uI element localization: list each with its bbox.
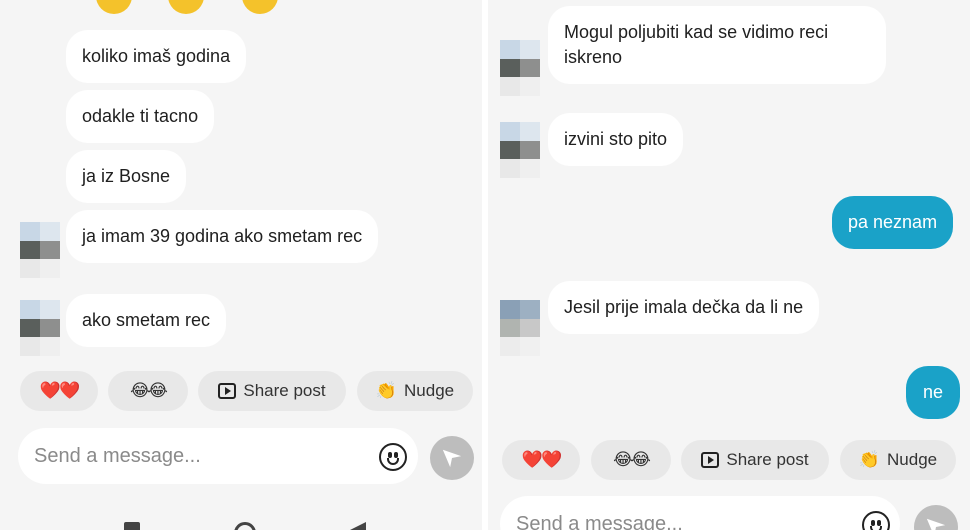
share-post-label: Share post <box>726 450 809 469</box>
share-post-label: Share post <box>243 381 326 400</box>
avatar[interactable] <box>20 222 60 278</box>
message-input[interactable]: Send a message... <box>18 428 418 484</box>
quick-reply-hearts[interactable]: ❤️❤️ <box>502 440 580 480</box>
play-icon <box>701 452 720 468</box>
hand-icon: 👏 <box>858 450 881 469</box>
avatar[interactable] <box>500 40 540 96</box>
quick-reply-laughs[interactable]: 😂😂 <box>108 371 188 411</box>
input-placeholder: Send a message... <box>516 512 683 530</box>
recents-icon[interactable] <box>124 522 140 530</box>
message-outgoing: ne <box>906 366 960 419</box>
hand-icon: 👏 <box>375 381 398 400</box>
share-post-button[interactable]: Share post <box>198 371 346 411</box>
input-placeholder: Send a message... <box>34 444 201 467</box>
nudge-button[interactable]: 👏 Nudge <box>357 371 473 411</box>
share-post-button[interactable]: Share post <box>681 440 829 480</box>
message-incoming: ja iz Bosne <box>66 150 187 203</box>
quick-reply-hearts[interactable]: ❤️❤️ <box>20 371 98 411</box>
emoji-partial <box>168 0 204 14</box>
hearts-icon: ❤️❤️ <box>39 381 80 400</box>
send-icon <box>442 449 462 468</box>
message-incoming: ja imam 39 godina ako smetam rec <box>66 210 379 263</box>
message-incoming: izvini sto pito <box>548 113 684 166</box>
hearts-icon: ❤️❤️ <box>521 450 562 469</box>
message-incoming: odakle ti tacno <box>66 90 215 143</box>
laugh-icon: 😂😂 <box>613 450 651 469</box>
smiley-icon[interactable] <box>379 443 407 471</box>
nudge-label: Nudge <box>887 450 938 469</box>
home-icon[interactable] <box>234 522 256 530</box>
avatar[interactable] <box>20 300 60 356</box>
message-incoming: koliko imaš godina <box>66 30 247 83</box>
avatar[interactable] <box>500 122 540 178</box>
nudge-label: Nudge <box>404 381 455 400</box>
message-incoming: Mogul poljubiti kad se vidimo reci iskre… <box>548 6 886 84</box>
chat-screen-right: Mogul poljubiti kad se vidimo reci iskre… <box>488 0 970 530</box>
back-icon[interactable] <box>350 522 366 530</box>
quick-reply-laughs[interactable]: 😂😂 <box>591 440 671 480</box>
send-button[interactable] <box>430 436 474 480</box>
laugh-icon: 😂😂 <box>130 381 168 400</box>
emoji-partial <box>242 0 278 14</box>
send-button[interactable] <box>914 505 958 530</box>
message-input[interactable]: Send a message... <box>500 496 900 530</box>
system-nav-bar <box>0 518 482 530</box>
avatar[interactable] <box>500 300 540 356</box>
send-icon <box>926 518 946 530</box>
message-incoming: ako smetam rec <box>66 294 227 347</box>
play-icon <box>218 383 237 399</box>
emoji-partial <box>96 0 132 14</box>
message-incoming: Jesil prije imala dečka da li ne <box>548 281 820 334</box>
message-outgoing: pa neznam <box>832 196 954 249</box>
chat-screen-left: koliko imaš godina odakle ti tacno ja iz… <box>0 0 482 530</box>
nudge-button[interactable]: 👏 Nudge <box>840 440 956 480</box>
